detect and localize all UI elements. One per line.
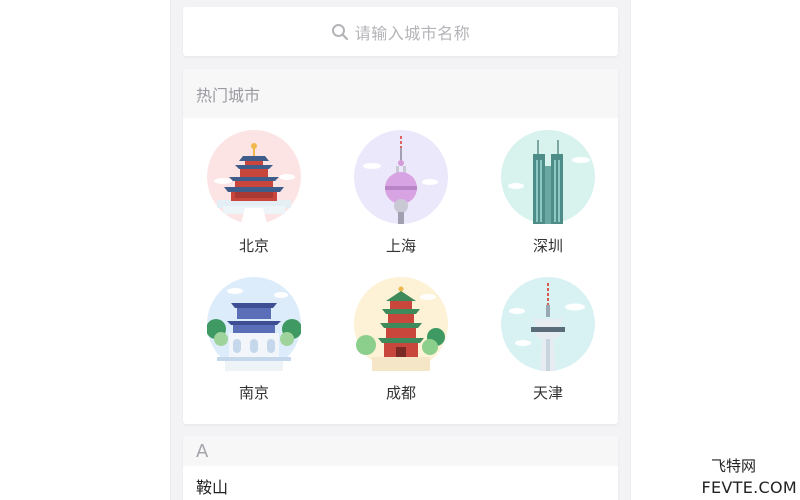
search-icon <box>331 23 348 40</box>
phone-screen: 请输入城市名称 热门城市 北京 上海 深圳 南京 成都 天津 A 鞍山 <box>170 0 631 500</box>
city-beijing[interactable]: 北京 <box>194 130 314 256</box>
skyscraper-icon <box>501 130 595 224</box>
city-index-section: A 鞍山 <box>183 436 618 500</box>
temple-of-heaven-icon <box>207 130 301 224</box>
watermark-chinese: 飞特网 <box>710 457 756 475</box>
city-label: 上海 <box>385 237 416 255</box>
city-label: 成都 <box>385 384 416 402</box>
city-label: 北京 <box>238 237 269 255</box>
city-label: 深圳 <box>532 237 563 255</box>
city-nanjing[interactable]: 南京 <box>194 277 314 403</box>
city-chengdu[interactable]: 成都 <box>341 277 461 403</box>
city-shenzhen[interactable]: 深圳 <box>488 130 608 256</box>
city-label: 南京 <box>238 384 269 402</box>
tv-tower-icon <box>501 277 595 371</box>
hot-cities-title: 热门城市 <box>183 69 618 118</box>
hot-cities-card: 热门城市 北京 上海 深圳 南京 成都 天津 <box>183 69 618 424</box>
oriental-pearl-tower-icon <box>354 130 448 224</box>
city-shanghai[interactable]: 上海 <box>341 130 461 256</box>
search-placeholder: 请输入城市名称 <box>354 23 471 43</box>
search-input[interactable]: 请输入城市名称 <box>183 7 618 56</box>
city-tianjin[interactable]: 天津 <box>488 277 608 403</box>
pagoda-tower-icon <box>354 277 448 371</box>
index-letter: A <box>183 436 618 466</box>
hot-cities-grid: 北京 上海 深圳 南京 成都 天津 <box>183 118 618 424</box>
city-list-item[interactable]: 鞍山 <box>183 466 618 500</box>
watermark-domain: FEVTE.COM <box>701 478 797 497</box>
city-label: 天津 <box>532 384 563 402</box>
city-gate-icon <box>207 277 301 371</box>
